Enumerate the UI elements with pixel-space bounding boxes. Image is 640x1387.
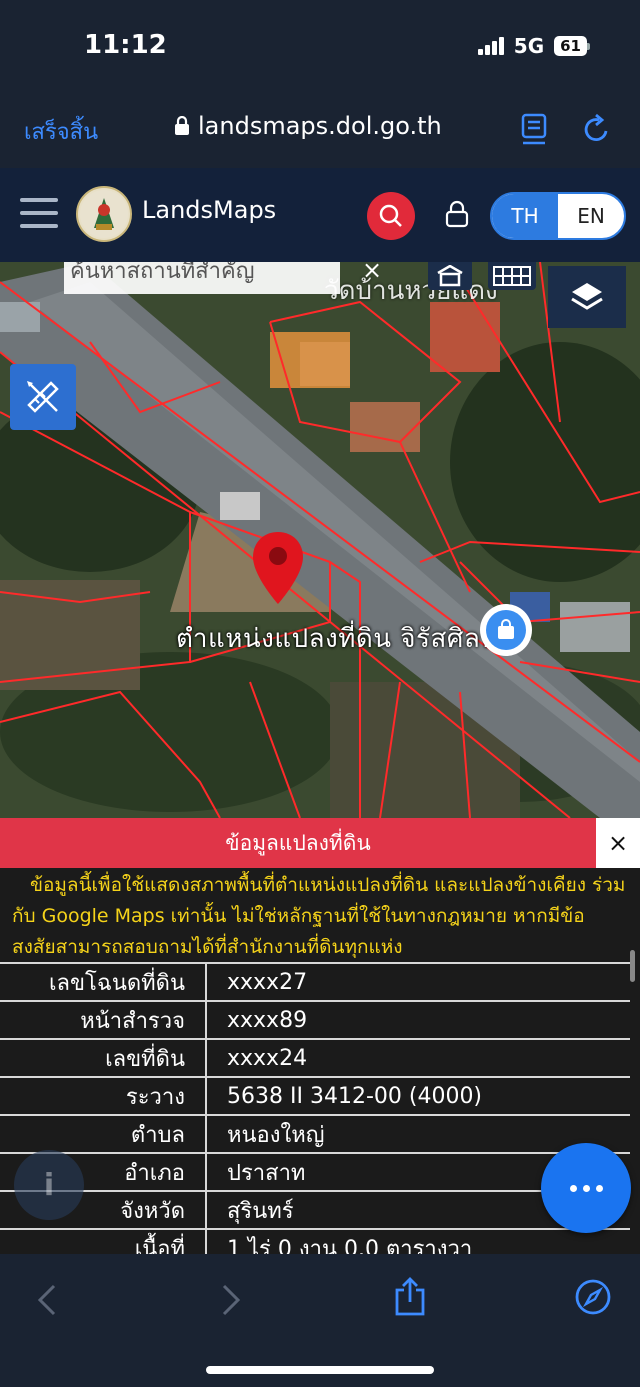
info-row: จังหวัด สุรินทร์ xyxy=(0,1190,630,1229)
panel-title: ข้อมูลแปลงที่ดิน xyxy=(0,818,596,868)
layers-icon xyxy=(571,283,603,310)
info-icon[interactable]: i xyxy=(14,1150,84,1220)
home-map-button[interactable] xyxy=(428,262,472,290)
dol-logo xyxy=(76,186,132,242)
padlock-icon[interactable] xyxy=(444,200,470,228)
browser-url-bar: เสร็จสิ้น landsmaps.dol.go.th xyxy=(0,92,640,168)
status-bar: 11:12 5G 61 xyxy=(0,0,640,92)
lock-icon xyxy=(175,116,189,135)
status-time: 11:12 xyxy=(84,30,167,60)
grid-icon xyxy=(493,266,531,286)
info-row: ระวาง 5638 II 3412-00 (4000) xyxy=(0,1076,630,1115)
signal-icon xyxy=(477,37,504,55)
browser-toolbar xyxy=(0,1254,640,1387)
ruler-pencil-icon xyxy=(27,381,59,413)
info-row-key: เลขโฉนดที่ดิน xyxy=(0,962,207,1001)
battery-icon: 61 xyxy=(554,36,590,56)
info-row: ตำบล หนองใหญ่ xyxy=(0,1114,630,1153)
bag-icon xyxy=(498,619,514,639)
layers-button[interactable] xyxy=(548,266,626,328)
share-icon[interactable] xyxy=(392,1276,428,1318)
reload-icon[interactable] xyxy=(582,112,612,146)
battery-level: 61 xyxy=(554,36,587,56)
info-row-key: เนื้อที่ xyxy=(0,1228,207,1254)
info-row: อำเภอ ปราสาท xyxy=(0,1152,630,1191)
poi-marker[interactable] xyxy=(480,604,532,656)
parcel-map-label: ตำแหน่งแปลงที่ดิน จิรัสศิลป์ xyxy=(176,624,498,654)
more-actions-button[interactable] xyxy=(541,1143,631,1233)
info-row-value: 5638 II 3412-00 (4000) xyxy=(206,1076,630,1115)
search-icon xyxy=(379,204,402,227)
info-row-key: เลขที่ดิน xyxy=(0,1038,207,1077)
address-field[interactable]: landsmaps.dol.go.th xyxy=(174,112,442,140)
info-row-key: ตำบล xyxy=(0,1114,207,1153)
parcel-info-table: เลขโฉนดที่ดิน xxxx27 หน้าสำรวจ xxxx89 เลขที่… xyxy=(0,962,630,1254)
forward-icon[interactable] xyxy=(218,1282,244,1318)
home-indicator xyxy=(206,1366,434,1374)
menu-icon[interactable] xyxy=(20,198,58,228)
place-search-input[interactable]: ค้นหาสถานที่สำคัญ xyxy=(64,262,340,294)
measure-tool-button[interactable] xyxy=(10,364,76,430)
grid-map-button[interactable] xyxy=(488,262,536,290)
network-type: 5G xyxy=(513,34,545,58)
map-pin-icon[interactable] xyxy=(250,530,306,608)
info-row-value: xxxx24 xyxy=(206,1038,630,1077)
info-row-key: หน้าสำรวจ xyxy=(0,1000,207,1039)
brand-name: LandsMaps xyxy=(142,196,277,224)
url-text: landsmaps.dol.go.th xyxy=(198,112,442,140)
satellite-map xyxy=(0,262,640,818)
info-row: เลขโฉนดที่ดิน xxxx27 xyxy=(0,962,630,1001)
reader-icon[interactable] xyxy=(520,112,548,146)
app-header: LandsMaps TH EN xyxy=(0,168,640,262)
language-toggle[interactable]: TH EN xyxy=(490,192,626,240)
compass-icon[interactable] xyxy=(574,1278,612,1316)
info-row-value: 1 ไร่ 0 งาน 0.0 ตารางวา xyxy=(206,1228,630,1254)
info-row: หน้าสำรวจ xxxx89 xyxy=(0,1000,630,1039)
info-row-value: xxxx27 xyxy=(206,962,630,1001)
done-button[interactable]: เสร็จสิ้น xyxy=(24,114,98,149)
info-row: เลขที่ดิน xxxx24 xyxy=(0,1038,630,1077)
building-icon xyxy=(437,265,463,287)
lang-th-option[interactable]: TH xyxy=(492,194,558,238)
info-row: เนื้อที่ 1 ไร่ 0 งาน 0.0 ตารางวา xyxy=(0,1228,630,1254)
disclaimer-text: ข้อมูลนี้เพื่อใช้แสดงสภาพพื้นที่ตำแหน่งแ… xyxy=(12,874,626,958)
panel-close-button[interactable]: × xyxy=(596,818,640,868)
search-button[interactable] xyxy=(367,192,415,240)
info-row-key: ระวาง xyxy=(0,1076,207,1115)
back-icon[interactable] xyxy=(34,1282,60,1318)
status-indicators: 5G 61 xyxy=(477,34,590,58)
search-clear-button[interactable]: × xyxy=(362,262,382,284)
panel-scrollbar[interactable] xyxy=(630,950,635,982)
lang-en-option[interactable]: EN xyxy=(558,194,624,238)
info-row-value: xxxx89 xyxy=(206,1000,630,1039)
map-view[interactable]: วัดบ้านหวยแดง ค้นหาสถานที่สำคัญ × ตำแหน่… xyxy=(0,262,640,818)
